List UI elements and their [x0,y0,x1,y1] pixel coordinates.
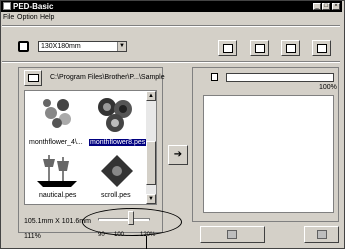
print-button[interactable] [312,40,331,56]
thumbnail-label: monthflower_4\... [29,139,83,146]
callout-line [146,236,147,249]
memory-card-icon [211,73,218,81]
delete-button[interactable] [304,226,339,243]
thumbnail-item[interactable]: monthflower_4\... [29,95,87,151]
thumbnail-item[interactable]: scroll.pes [89,153,147,203]
printer-icon [317,44,327,53]
browse-folder-button[interactable] [24,70,42,86]
menu-help[interactable]: Help [40,13,54,23]
maximize-button[interactable]: □ [322,3,330,10]
thumbnail-item-selected[interactable]: monthflower8.pes [89,95,147,151]
chevron-down-icon[interactable]: ▼ [117,42,126,51]
thumbnail-label: nautical.pes [39,192,77,199]
folder-tree-icon [255,44,265,53]
flower-wreath-icon [43,99,71,128]
app-icon [3,2,11,10]
hoop-frame-icon [18,41,29,52]
scroll-down-button[interactable]: ▼ [146,194,156,204]
frame-size-select[interactable]: 130X180mm ▼ [38,41,127,52]
magnifier-icon [286,44,296,53]
card-progress-bar [226,73,334,82]
ship-icon [37,155,77,187]
scroll-thumb[interactable] [146,141,156,185]
thumbnail-list[interactable]: monthflower_4\... monthflower8.pes nauti… [24,90,157,205]
write-card-icon [227,230,237,239]
transfer-button[interactable]: ➔ [168,145,188,165]
sunflowers-icon [98,98,132,132]
folder-view-button[interactable] [250,40,269,56]
menu-bar: File Option Help [1,13,342,23]
thumbnail-item[interactable]: nautical.pes [29,153,87,203]
folder-icon [28,74,39,82]
frame-size-value: 130X180mm [41,43,81,50]
preview-button[interactable] [281,40,300,56]
folder-path: C:\Program Files\Brother\P...\Sample [50,74,165,81]
scroll-ornament-icon [101,155,133,187]
zoom-level: 111% [24,233,41,240]
scroll-up-button[interactable]: ▲ [146,91,156,101]
grid-icon [223,44,233,53]
arrow-right-icon: ➔ [173,149,183,160]
progress-label: 100% [319,84,337,91]
menu-option[interactable]: Option [17,13,38,23]
title-bar: PED-Basic _ □ × [1,1,342,12]
write-to-card-button[interactable] [200,226,265,243]
menu-file[interactable]: File [3,13,14,23]
trash-icon [317,230,327,239]
minimize-button[interactable]: _ [313,3,321,10]
window-title: PED-Basic [13,2,54,11]
callout-ellipse [82,208,182,236]
thumbnail-label: monthflower8.pes [89,139,147,146]
close-button[interactable]: × [332,3,340,10]
card-contents-area[interactable] [203,95,334,213]
vertical-scrollbar[interactable]: ▲ ▼ [146,91,156,204]
thumbnail-label: scroll.pes [101,192,131,199]
menu-separator [2,25,340,27]
toolbar-separator [2,61,340,63]
layout-button[interactable] [218,40,237,56]
design-dimensions: 105.1mm X 101.6mm [24,218,91,225]
